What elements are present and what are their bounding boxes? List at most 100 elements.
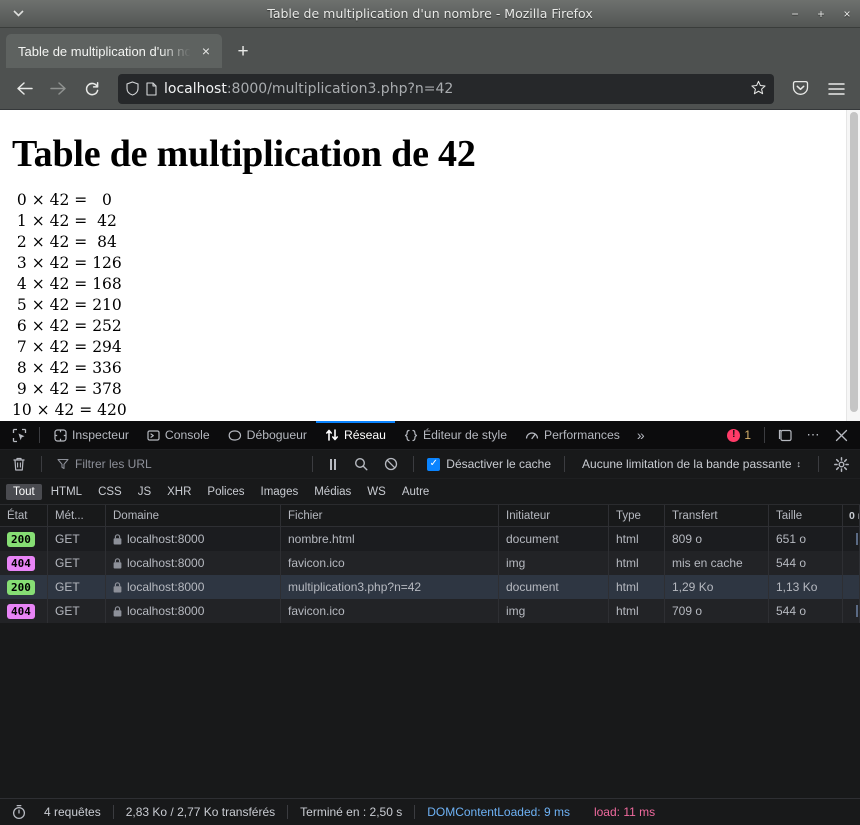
lock-icon <box>113 581 122 593</box>
devtools-tab-console[interactable]: Console <box>138 421 219 450</box>
error-count-badge[interactable]: ! 1 <box>721 428 757 442</box>
gear-icon[interactable] <box>828 451 854 477</box>
column-header-initiateur[interactable]: Initiateur <box>499 505 609 526</box>
devtools-tab-inspecteur[interactable]: Inspecteur <box>45 421 138 450</box>
dock-layout-icon[interactable] <box>772 422 798 448</box>
cell-initiator: img <box>499 551 609 575</box>
column-header-methode[interactable]: Mét... <box>48 505 106 526</box>
type-filter-html[interactable]: HTML <box>44 484 89 500</box>
pause-icon[interactable] <box>322 458 344 470</box>
toolbar-divider <box>41 456 42 472</box>
more-options-icon[interactable]: ⋯ <box>800 422 826 448</box>
cell-domain: localhost:8000 <box>106 575 281 599</box>
column-header-taille[interactable]: Taille <box>769 505 843 526</box>
page-scrollbar-thumb[interactable] <box>850 112 858 412</box>
devtools-tabs-overflow-button[interactable]: » <box>629 427 653 443</box>
disable-cache-checkbox[interactable]: ✓ Désactiver le cache <box>423 457 555 471</box>
throttling-select[interactable]: Aucune limitation de la bande passante ↕ <box>574 457 809 471</box>
clear-requests-icon[interactable] <box>6 452 32 476</box>
devtools-tab-label: Réseau <box>343 428 386 442</box>
column-header-type[interactable]: Type <box>609 505 665 526</box>
star-icon[interactable] <box>751 80 766 98</box>
devtools-tab-performances[interactable]: Performances <box>516 421 629 450</box>
type-filter-images[interactable]: Images <box>254 484 306 500</box>
cell-file: favicon.ico <box>281 599 499 623</box>
hamburger-menu-icon[interactable] <box>820 74 852 104</box>
lock-icon <box>113 605 122 617</box>
status-badge: 200 <box>7 579 35 595</box>
type-filter-js[interactable]: JS <box>131 484 158 500</box>
type-filter-css[interactable]: CSS <box>91 484 129 500</box>
url-rest: :8000/multiplication3.php?n=42 <box>226 80 454 97</box>
block-requests-icon[interactable] <box>378 451 404 477</box>
toolbar-right <box>784 74 852 104</box>
devtools-tab-debogueur[interactable]: Débogueur <box>219 421 316 450</box>
close-window-button[interactable]: × <box>840 8 854 20</box>
shield-icon[interactable] <box>126 81 139 96</box>
element-picker-icon[interactable] <box>4 422 34 448</box>
url-bar[interactable]: localhost:8000/multiplication3.php?n=42 <box>118 73 774 104</box>
table-row[interactable]: 200 GET localhost:8000 multiplication3.p… <box>0 575 860 599</box>
filter-urls-input[interactable]: Filtrer les URL <box>51 453 303 475</box>
type-filter-tout[interactable]: Tout <box>6 483 42 500</box>
cell-domain-label: localhost:8000 <box>127 556 205 570</box>
document-icon[interactable] <box>146 81 157 96</box>
load-time-label: load: 11 ms <box>593 805 656 819</box>
browser-tab[interactable]: Table de multiplication d'un nombre × <box>6 34 222 68</box>
devtools-tab-editeur-de-style[interactable]: Éditeur de style <box>395 421 516 450</box>
column-header-etat[interactable]: État <box>0 505 48 526</box>
toolbar-divider <box>413 456 415 472</box>
close-devtools-icon[interactable] <box>828 422 854 448</box>
page-scrollbar[interactable] <box>846 110 860 421</box>
console-icon <box>147 429 160 442</box>
chevron-down-icon[interactable] <box>2 2 34 26</box>
cell-transfer: 709 o <box>665 599 769 623</box>
cell-transfer: 1,29 Ko <box>665 575 769 599</box>
column-header-transfert[interactable]: Transfert <box>665 505 769 526</box>
lock-icon <box>113 557 122 569</box>
cell-status: 200 <box>0 575 48 599</box>
cell-initiator: document <box>499 575 609 599</box>
new-tab-button[interactable]: + <box>228 36 258 66</box>
table-row[interactable]: 404 GET localhost:8000 favicon.ico img h… <box>0 551 860 575</box>
devtools-tab-label: Performances <box>543 428 620 442</box>
back-arrow-icon[interactable] <box>8 74 40 104</box>
forward-arrow-icon[interactable] <box>42 74 74 104</box>
search-icon[interactable] <box>348 451 374 477</box>
type-filter-medias[interactable]: Médias <box>307 484 358 500</box>
cell-file: favicon.ico <box>281 551 499 575</box>
toolbar-divider <box>764 427 765 443</box>
minimize-button[interactable]: − <box>788 8 802 20</box>
maximize-button[interactable]: + <box>814 8 828 20</box>
table-header-row: État Mét... Domaine Fichier Initiateur T… <box>0 505 860 527</box>
pocket-icon[interactable] <box>784 74 816 104</box>
finish-time-label: Terminé en : 2,50 s <box>300 805 403 819</box>
cell-method: GET <box>48 575 106 599</box>
type-filter-xhr[interactable]: XHR <box>160 484 198 500</box>
cell-status: 404 <box>0 551 48 575</box>
cell-type: html <box>609 527 665 551</box>
page-title: Table de multiplication de 42 <box>12 133 476 175</box>
reload-icon[interactable] <box>76 74 108 104</box>
type-filter-polices[interactable]: Polices <box>200 484 251 500</box>
devtools-tab-reseau[interactable]: Réseau <box>315 420 395 450</box>
type-filter-autre[interactable]: Autre <box>395 484 437 500</box>
url-text[interactable]: localhost:8000/multiplication3.php?n=42 <box>164 81 744 97</box>
stopwatch-icon[interactable] <box>6 802 32 822</box>
domcontentloaded-label: DOMContentLoaded: 9 ms <box>427 805 570 819</box>
column-header-fichier[interactable]: Fichier <box>281 505 499 526</box>
performance-icon <box>525 429 539 442</box>
cell-domain: localhost:8000 <box>106 551 281 575</box>
table-row[interactable]: 404 GET localhost:8000 favicon.ico img h… <box>0 599 860 623</box>
disable-cache-label: Désactiver le cache <box>446 457 552 471</box>
toolbar-divider <box>818 456 819 472</box>
request-type-filters: Tout HTML CSS JS XHR Polices Images Médi… <box>0 479 860 505</box>
type-filter-ws[interactable]: WS <box>360 484 393 500</box>
filter-icon <box>57 458 69 470</box>
column-header-waterfall[interactable]: 0 ms <box>843 505 860 526</box>
column-header-domaine[interactable]: Domaine <box>106 505 281 526</box>
close-icon[interactable]: × <box>196 41 216 61</box>
table-row[interactable]: 200 GET localhost:8000 nombre.html docum… <box>0 527 860 551</box>
style-editor-icon <box>404 429 418 442</box>
lock-icon <box>113 533 122 545</box>
